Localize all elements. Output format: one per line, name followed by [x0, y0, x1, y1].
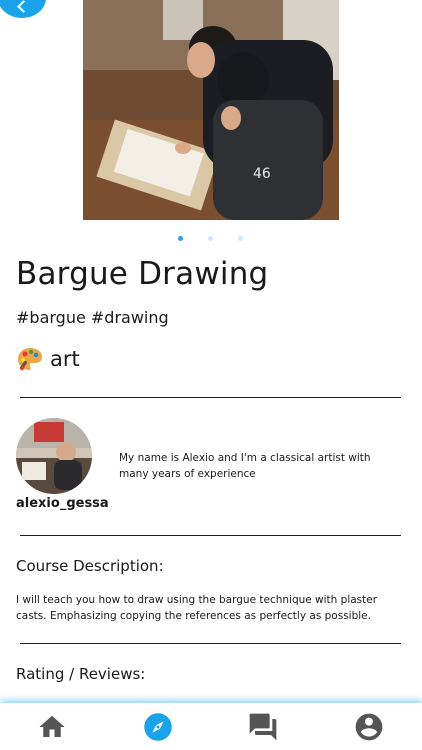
carousel-dot-3[interactable] [238, 236, 243, 241]
nav-profile[interactable] [339, 703, 399, 750]
carousel-indicator [0, 236, 422, 242]
svg-text:46: 46 [253, 166, 271, 182]
course-photo: 46 [83, 0, 339, 220]
avatar-photo [16, 418, 92, 494]
course-description-heading: Course Description: [16, 557, 164, 575]
reviews-heading: Rating / Reviews: [16, 665, 146, 683]
artist-palette-icon [18, 348, 42, 371]
course-title: Bargue Drawing [16, 256, 269, 292]
nav-home[interactable] [22, 703, 82, 750]
home-icon [39, 715, 65, 737]
divider [20, 397, 401, 398]
nav-explore[interactable] [128, 703, 188, 750]
course-image[interactable]: 46 [83, 0, 339, 220]
course-tags: #bargue #drawing [16, 308, 169, 327]
category-label: art [50, 347, 80, 371]
nav-messages[interactable] [233, 703, 293, 750]
bottom-navigation [0, 703, 422, 750]
account-icon [355, 713, 383, 740]
compass-icon [144, 712, 172, 741]
instructor-username[interactable]: alexio_gessa [16, 496, 109, 511]
carousel-dot-2[interactable] [208, 236, 213, 241]
back-button[interactable] [0, 0, 46, 18]
divider [20, 643, 401, 644]
instructor-avatar[interactable] [16, 418, 92, 494]
divider [20, 535, 401, 536]
chat-icon [249, 713, 277, 740]
instructor-bio: My name is Alexio and I'm a classical ar… [119, 452, 371, 480]
course-category: art [16, 344, 80, 374]
carousel-dot-1[interactable] [178, 236, 183, 241]
course-description-text: I will teach you how to draw using the b… [16, 594, 378, 622]
